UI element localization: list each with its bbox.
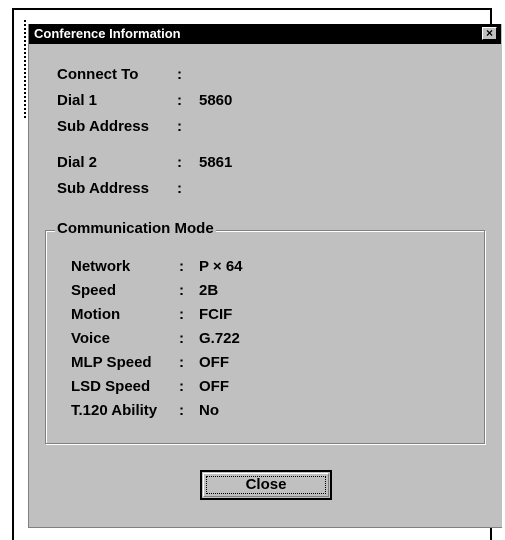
mode-label: Network [71, 258, 131, 275]
colon: : [177, 154, 182, 171]
titlebar: Conference Information × [29, 24, 501, 44]
sub-address2-label: Sub Address [57, 180, 149, 197]
colon: : [179, 330, 184, 347]
mode-value: OFF [199, 378, 229, 395]
mode-label: T.120 Ability [71, 402, 158, 419]
colon: : [179, 282, 184, 299]
mode-label: Voice [71, 330, 110, 347]
close-button[interactable]: Close [200, 470, 332, 500]
colon: : [179, 306, 184, 323]
close-button-label: Close [245, 476, 287, 493]
mode-value: OFF [199, 354, 229, 371]
colon: : [177, 92, 182, 109]
communication-mode-title: Communication Mode [55, 220, 216, 237]
mode-label: Speed [71, 282, 117, 299]
mode-value: G.722 [199, 330, 240, 347]
sub-address1-label: Sub Address [57, 118, 149, 135]
mode-value: FCIF [199, 306, 233, 323]
mode-label: MLP Speed [71, 354, 152, 371]
mode-value: 2B [199, 282, 219, 299]
colon: : [177, 118, 182, 135]
close-icon[interactable]: × [482, 27, 497, 40]
colon: : [179, 402, 184, 419]
colon: : [179, 354, 184, 371]
colon: : [179, 258, 184, 275]
colon: : [177, 180, 182, 197]
mode-value: P × 64 [199, 258, 243, 275]
connect-to-label: Connect To [57, 66, 139, 83]
dial1-label: Dial 1 [57, 92, 98, 109]
mode-label: Motion [71, 306, 121, 323]
dial2-value: 5861 [199, 154, 233, 171]
colon: : [179, 378, 184, 395]
mode-label: LSD Speed [71, 378, 151, 395]
mode-value: No [199, 402, 219, 419]
colon: : [177, 66, 182, 83]
conference-information-dialog: Conference Information × Connect To : Di… [28, 24, 502, 528]
dial1-value: 5860 [199, 92, 233, 109]
dial2-label: Dial 2 [57, 154, 98, 171]
window-title: Conference Information [34, 26, 181, 41]
frame-dotted-edge [24, 20, 26, 120]
